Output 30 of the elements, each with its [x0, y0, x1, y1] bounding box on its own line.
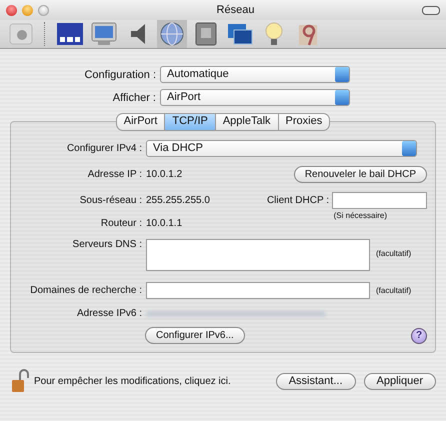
- configuration-label: Configuration :: [83, 68, 157, 80]
- field-label: Client DHCP :: [266, 195, 330, 206]
- router-value: 10.0.1.1: [146, 218, 184, 229]
- field-label: Domaines de recherche :: [29, 285, 143, 296]
- action-button[interactable]: Appliquer: [364, 372, 436, 390]
- lock-text[interactable]: Pour empêcher les modifications, cliquez ici.: [34, 376, 231, 386]
- tab[interactable]: Proxies: [278, 113, 330, 131]
- field-label: Sous-réseau :: [78, 195, 143, 206]
- show-label: Afficher :: [112, 92, 157, 104]
- configure-ipv6-button[interactable]: Configurer IPv6...: [145, 327, 245, 344]
- subnet-value: 255.255.255.0: [146, 195, 211, 206]
- tab[interactable]: TCP/IP: [165, 113, 216, 131]
- hint-text: (Si nécessaire): [334, 211, 387, 220]
- configuration-dropdown[interactable]: Automatique: [160, 66, 350, 83]
- ip-address-value: 10.0.1.2: [146, 169, 184, 180]
- help-button[interactable]: ?: [411, 328, 427, 344]
- tab[interactable]: AppleTalk: [216, 113, 279, 131]
- field-label: Adresse IP :: [86, 169, 143, 180]
- field-label: Configurer IPv4 :: [66, 143, 143, 154]
- field-label: Adresse IPv6 :: [76, 308, 143, 319]
- renew-dhcp-button[interactable]: Renouveler le bail DHCP: [294, 166, 427, 183]
- optional-note: (facultatif): [376, 286, 412, 295]
- optional-note: (facultatif): [376, 249, 412, 258]
- field-label: Serveurs DNS :: [72, 239, 143, 250]
- show-dropdown[interactable]: AirPort: [160, 89, 350, 106]
- window-title: Réseau: [216, 4, 256, 16]
- action-button[interactable]: Assistant...: [276, 372, 356, 390]
- configure-ipv4-dropdown[interactable]: Via DHCP: [146, 140, 417, 157]
- field-label: Routeur :: [100, 218, 143, 229]
- tab[interactable]: AirPort: [116, 113, 166, 131]
